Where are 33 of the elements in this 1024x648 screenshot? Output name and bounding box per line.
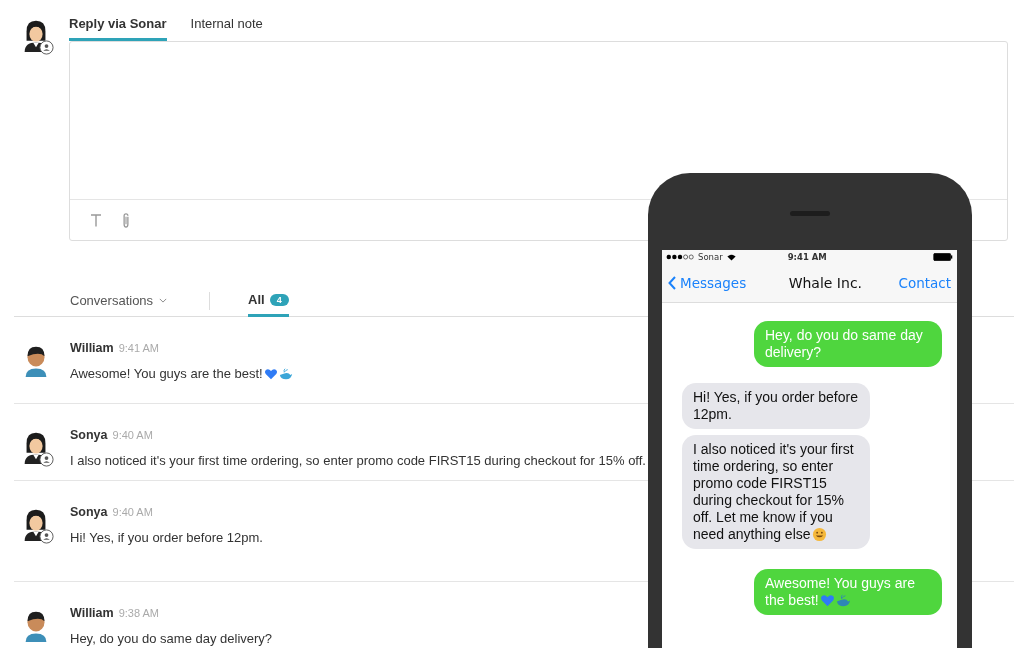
message-text: Awesome! You guys are the best! [70,366,263,381]
message-text: Hey, do you do same day delivery? [70,631,273,646]
reply-tab[interactable]: Reply via Sonar [69,12,167,41]
sender-name: William [70,606,114,620]
message-text: Hi! Yes, if you order before 12pm. [70,530,263,545]
message-bubble: I also noticed it's your first time ordering, so enter promo code FIRST15 during checkout for 15% off. Let me know if you need anything else [682,435,870,549]
status-time: 9:41 AM [787,252,828,262]
message-text: I also noticed it's your first time ordering, so enter promo code FIRST15 during checkout for 15% off. [70,453,646,468]
text-format-icon[interactable] [90,212,102,228]
messages-back-link[interactable]: Messages [668,275,747,291]
contact-link[interactable]: Contact [898,275,951,291]
chevron-down-icon [159,298,168,303]
signal-icon [666,254,694,260]
all-tab[interactable]: All 4 [248,285,289,317]
chevron-left-icon [668,276,676,290]
message-time: 9:40 AM [112,429,153,441]
message-time: 9:40 AM [112,506,153,518]
message-time: 9:41 AM [118,342,159,354]
battery-icon [933,253,953,261]
message-bubble: Awesome! You guys are the best! [754,569,942,615]
paperclip-icon[interactable] [120,212,132,228]
count-badge: 4 [269,293,289,306]
wifi-icon [726,253,736,261]
sender-name: Sonya [70,428,108,442]
sender-name: Sonya [70,505,108,519]
reply-tab[interactable]: Internal note [190,12,263,41]
sender-name: William [70,341,114,355]
message-time: 9:38 AM [118,607,159,619]
message-bubble: Hey, do you do same day delivery? [754,321,942,367]
carrier-name: Sonar [698,252,723,262]
chat-title: Whale Inc. [788,275,863,291]
conversations-dropdown[interactable]: Conversations [70,285,168,316]
message-bubble: Hi! Yes, if you order before 12pm. [682,383,870,429]
